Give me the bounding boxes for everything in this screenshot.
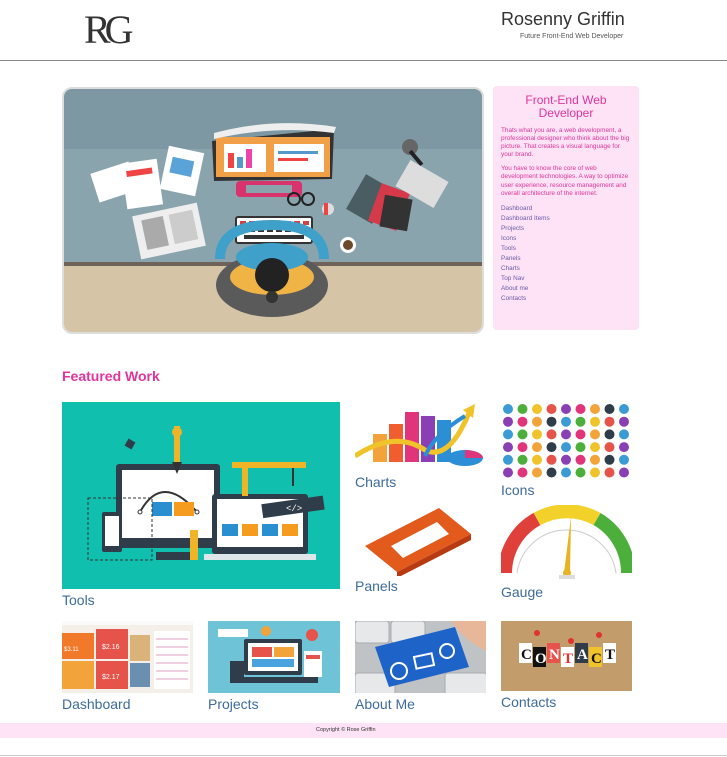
sidebar-link-tools[interactable]: Tools (501, 244, 631, 254)
about-caption[interactable]: About Me (355, 696, 415, 712)
sidebar-link-about-me[interactable]: About me (501, 284, 631, 294)
sidebar-paragraph: Thats what you are, a web development, a… (501, 127, 630, 159)
contact-letter: T (563, 651, 573, 667)
gauge-caption[interactable]: Gauge (501, 584, 543, 600)
sidebar-nav: Dashboard Dashboard Items Projects Icons… (501, 204, 631, 304)
gauge-image[interactable] (501, 505, 632, 581)
charts-image[interactable] (355, 400, 486, 472)
tools-image[interactable]: </> (62, 402, 340, 589)
about-image[interactable] (355, 621, 486, 693)
featured-heading: Featured Work (62, 368, 160, 384)
bottom-divider (0, 755, 727, 756)
tools-caption[interactable]: Tools (62, 592, 95, 608)
panels-caption[interactable]: Panels (355, 578, 398, 594)
contact-letter: N (549, 647, 560, 663)
sidebar-link-dashboard[interactable]: Dashboard (501, 204, 631, 214)
contact-letter: A (577, 647, 588, 663)
contact-letter: O (535, 651, 547, 667)
sidebar-paragraph: You have to know the core of web develop… (501, 165, 629, 197)
projects-caption[interactable]: Projects (208, 696, 259, 712)
site-tagline: Future Front-End Web Developer (520, 33, 624, 40)
contact-letter: C (521, 647, 532, 663)
icons-caption[interactable]: Icons (501, 482, 534, 498)
sidebar-link-contacts[interactable]: Contacts (501, 294, 631, 304)
projects-image[interactable] (208, 621, 340, 693)
contacts-image[interactable]: CONTACT (501, 621, 632, 691)
contact-letter: T (605, 647, 615, 663)
dashboard-image[interactable]: $2.16 $2.17 $3.11 (62, 621, 193, 693)
dashboard-value: $2.17 (102, 674, 120, 681)
sidebar-link-projects[interactable]: Projects (501, 224, 631, 234)
contacts-caption[interactable]: Contacts (501, 694, 556, 710)
panels-image[interactable] (355, 506, 486, 576)
site-logo[interactable]: RG (84, 6, 134, 53)
site-name: Rosenny Griffin (501, 9, 625, 29)
charts-caption[interactable]: Charts (355, 474, 396, 490)
sidebar-link-top-nav[interactable]: Top Nav (501, 274, 631, 284)
dashboard-value: $2.16 (102, 644, 120, 651)
icons-image[interactable] (501, 402, 632, 479)
dashboard-value: $3.11 (64, 647, 79, 653)
hero-image (62, 87, 484, 334)
svg-text:</>: </> (286, 504, 302, 514)
sidebar-link-charts[interactable]: Charts (501, 264, 631, 274)
copyright-text: Copyright © Rose Griffin (316, 727, 376, 733)
dashboard-caption[interactable]: Dashboard (62, 696, 131, 712)
sidebar-link-icons[interactable]: Icons (501, 234, 631, 244)
sidebar-link-dashboard-items[interactable]: Dashboard Items (501, 214, 631, 224)
sidebar: Front-End Web Developer Thats what you a… (493, 86, 639, 330)
contact-letter: C (591, 651, 602, 667)
sidebar-title: Front-End Web Developer (525, 93, 607, 120)
sidebar-link-panels[interactable]: Panels (501, 254, 631, 264)
